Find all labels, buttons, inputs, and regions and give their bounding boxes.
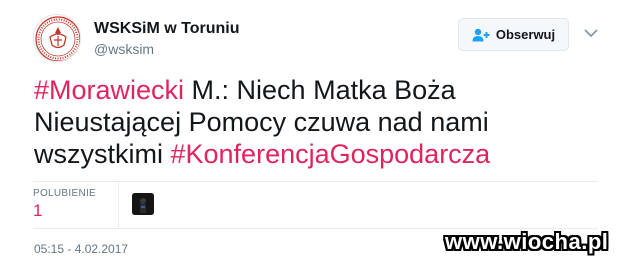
hashtag-link[interactable]: #Morawiecki bbox=[34, 75, 184, 105]
stats-separator bbox=[118, 181, 119, 228]
profile-names: WSKSiM w Toruniu @wsksim bbox=[94, 19, 239, 58]
user-handle[interactable]: @wsksim bbox=[94, 40, 239, 58]
display-name[interactable]: WSKSiM w Toruniu bbox=[94, 19, 239, 39]
follow-button[interactable]: Obserwuj bbox=[458, 18, 569, 51]
tweet-header: WSKSiM w Toruniu @wsksim Obserwuj bbox=[33, 12, 603, 62]
person-plus-icon bbox=[472, 28, 490, 42]
tweet-text: #Morawiecki M.: Niech Matka Boża Nieusta… bbox=[34, 74, 594, 170]
likes-stat[interactable]: POLUBIENIE 1 bbox=[33, 188, 96, 221]
watermark: www.wiocha.pl bbox=[445, 229, 609, 254]
hashtag-link[interactable]: #KonferencjaGospodarcza bbox=[171, 139, 491, 169]
seal-logo-icon bbox=[35, 16, 80, 61]
profile-avatar[interactable] bbox=[33, 14, 81, 62]
tweet-timestamp[interactable]: 05:15 - 4.02.2017 bbox=[34, 242, 128, 256]
liker-avatar[interactable] bbox=[132, 193, 154, 215]
follow-button-label: Obserwuj bbox=[495, 27, 556, 42]
likes-count: 1 bbox=[33, 201, 43, 220]
tweet-stats: POLUBIENIE 1 bbox=[33, 181, 598, 228]
chevron-down-icon[interactable] bbox=[583, 26, 599, 40]
likes-label: POLUBIENIE bbox=[33, 188, 97, 199]
